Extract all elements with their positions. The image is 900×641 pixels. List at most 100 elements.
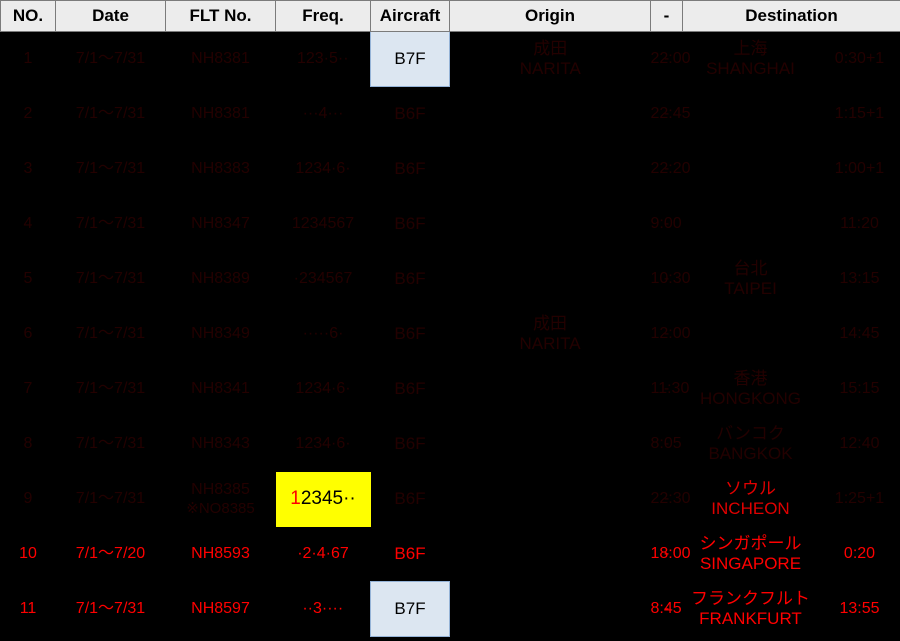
- header-dash[interactable]: -: [650, 0, 683, 32]
- header-origin[interactable]: Origin: [449, 0, 651, 32]
- cell-freq[interactable]: ·····6·: [276, 307, 371, 362]
- cell-freq[interactable]: ·2·4·67: [276, 527, 371, 582]
- cell-aircraft[interactable]: B6F: [371, 252, 450, 307]
- cell-flt-no[interactable]: NH8385 ※NO8385: [166, 472, 276, 527]
- cell-destination[interactable]: フランクフルト FRANKFURT: [683, 582, 819, 637]
- table-row[interactable]: 9 7/1〜7/31 NH8385 ※NO8385 12345·· B6F 22:30- ソウ…: [1, 471, 900, 527]
- cell-flt-no[interactable]: NH8383: [166, 142, 276, 197]
- cell-flt-no[interactable]: NH8381: [166, 87, 276, 142]
- cell-date[interactable]: 7/1〜7/31: [56, 197, 166, 252]
- cell-arrival-time[interactable]: 13:55: [819, 582, 900, 637]
- cell-arrival-time[interactable]: 1:00+1: [819, 142, 900, 197]
- header-destination[interactable]: Destination: [682, 0, 900, 32]
- cell-origin[interactable]: [450, 472, 651, 527]
- cell-aircraft[interactable]: B6F: [371, 527, 450, 582]
- cell-date[interactable]: 7/1〜7/31: [56, 32, 166, 87]
- cell-freq[interactable]: ·234567: [276, 252, 371, 307]
- cell-flt-no[interactable]: NH8349: [166, 307, 276, 362]
- cell-no[interactable]: 2: [1, 87, 56, 142]
- cell-destination[interactable]: [683, 142, 819, 197]
- cell-no[interactable]: 11: [1, 582, 56, 637]
- header-freq[interactable]: Freq.: [275, 0, 371, 32]
- cell-aircraft[interactable]: B6F: [371, 362, 450, 417]
- cell-aircraft-highlighted[interactable]: B7F: [370, 31, 450, 87]
- cell-arrival-time[interactable]: 0:20: [819, 527, 900, 582]
- cell-aircraft[interactable]: B6F: [371, 307, 450, 362]
- cell-freq[interactable]: 1234·6·: [276, 362, 371, 417]
- table-row[interactable]: 4 7/1〜7/31 NH8347 1234567 B6F 9:00-11:20: [1, 197, 900, 252]
- cell-origin[interactable]: [450, 197, 651, 252]
- cell-destination[interactable]: [683, 87, 819, 142]
- cell-aircraft[interactable]: B6F: [371, 472, 450, 527]
- cell-origin[interactable]: [450, 252, 651, 307]
- cell-arrival-time[interactable]: 13:15: [819, 252, 900, 307]
- table-row[interactable]: 2 7/1〜7/31 NH8381 ···4··· B6F 22:45-1:15+1: [1, 87, 900, 142]
- cell-no[interactable]: 3: [1, 142, 56, 197]
- cell-no[interactable]: 8: [1, 417, 56, 472]
- table-row[interactable]: 11 7/1〜7/31 NH8597 ··3···· B7F 8:45- フランクフルト FR…: [1, 581, 900, 637]
- table-row[interactable]: 5 7/1〜7/31 NH8389·234567 B6F 10:30- 台北 TAIPEI 1…: [1, 252, 900, 307]
- cell-no[interactable]: 1: [1, 32, 56, 87]
- cell-origin[interactable]: 成田 NARITA: [450, 307, 651, 362]
- cell-flt-no[interactable]: NH8389: [166, 252, 276, 307]
- cell-date[interactable]: 7/1〜7/31: [56, 87, 166, 142]
- cell-arrival-time[interactable]: 15:15: [819, 362, 900, 417]
- cell-flt-no[interactable]: NH8597: [166, 582, 276, 637]
- cell-arrival-time[interactable]: 1:25+1: [819, 472, 900, 527]
- cell-freq[interactable]: ···4···: [276, 87, 371, 142]
- cell-destination[interactable]: 上海 SHANGHAI: [683, 32, 819, 87]
- cell-aircraft[interactable]: B6F: [371, 142, 450, 197]
- header-flt-no[interactable]: FLT No.: [165, 0, 276, 32]
- cell-arrival-time[interactable]: 1:15+1: [819, 87, 900, 142]
- cell-flt-no[interactable]: NH8347: [166, 197, 276, 252]
- table-row[interactable]: 6 7/1〜7/31 NH8349 ·····6· B6F 成田 NARITA 12:00-1…: [1, 307, 900, 362]
- cell-origin[interactable]: [450, 582, 651, 637]
- cell-aircraft[interactable]: B6F: [371, 417, 450, 472]
- cell-no[interactable]: 4: [1, 197, 56, 252]
- cell-origin[interactable]: [450, 87, 651, 142]
- cell-freq[interactable]: 1234·6·: [276, 417, 371, 472]
- cell-destination[interactable]: 香港 HONGKONG: [683, 362, 819, 417]
- header-no[interactable]: NO.: [0, 0, 56, 32]
- cell-no[interactable]: 5: [1, 252, 56, 307]
- cell-origin[interactable]: [450, 142, 651, 197]
- cell-date[interactable]: 7/1〜7/20: [56, 527, 166, 582]
- cell-arrival-time[interactable]: 0:30+1: [819, 32, 900, 87]
- table-row[interactable]: 7 7/1〜7/31 NH8341 1234·6· B6F 11:30- 香港 HONGKON…: [1, 362, 900, 417]
- cell-aircraft-highlighted[interactable]: B7F: [370, 581, 450, 637]
- cell-origin[interactable]: [450, 527, 651, 582]
- cell-date[interactable]: 7/1〜7/31: [56, 252, 166, 307]
- cell-no[interactable]: 7: [1, 362, 56, 417]
- table-row[interactable]: 3 7/1〜7/31 NH8383 1234·6· B6F 22:20-1:00+1: [1, 142, 900, 197]
- header-date[interactable]: Date: [55, 0, 166, 32]
- cell-destination[interactable]: 台北 TAIPEI: [683, 252, 819, 307]
- cell-freq[interactable]: 1234·6·: [276, 142, 371, 197]
- cell-no[interactable]: 10: [1, 527, 56, 582]
- cell-date[interactable]: 7/1〜7/31: [56, 582, 166, 637]
- cell-aircraft[interactable]: B6F: [371, 87, 450, 142]
- cell-destination[interactable]: ソウル INCHEON: [683, 472, 819, 527]
- cell-freq[interactable]: 123·5··: [276, 32, 371, 87]
- table-row[interactable]: 8 7/1〜7/31 NH8343 1234·6· B6F 8:05- バンコク BANGKO…: [1, 417, 900, 472]
- cell-arrival-time[interactable]: 14:45: [819, 307, 900, 362]
- cell-date[interactable]: 7/1〜7/31: [56, 362, 166, 417]
- cell-date[interactable]: 7/1〜7/31: [56, 417, 166, 472]
- cell-date[interactable]: 7/1〜7/31: [56, 307, 166, 362]
- cell-freq[interactable]: 1234567: [276, 197, 371, 252]
- cell-freq[interactable]: ··3····: [276, 582, 371, 637]
- cell-origin[interactable]: [450, 417, 651, 472]
- cell-date[interactable]: 7/1〜7/31: [56, 142, 166, 197]
- cell-no[interactable]: 6: [1, 307, 56, 362]
- cell-flt-no[interactable]: NH8343: [166, 417, 276, 472]
- cell-destination[interactable]: [683, 197, 819, 252]
- cell-origin[interactable]: [450, 362, 651, 417]
- cell-aircraft[interactable]: B6F: [371, 197, 450, 252]
- cell-flt-no[interactable]: NH8593: [166, 527, 276, 582]
- cell-flt-no[interactable]: NH8381: [166, 32, 276, 87]
- cell-destination[interactable]: シンガポール SINGAPORE: [683, 527, 819, 582]
- cell-destination[interactable]: バンコク BANGKOK: [683, 417, 819, 472]
- cell-flt-no[interactable]: NH8341: [166, 362, 276, 417]
- cell-freq-highlighted[interactable]: 12345··: [275, 471, 371, 527]
- cell-destination[interactable]: [683, 307, 819, 362]
- header-aircraft[interactable]: Aircraft: [370, 0, 450, 32]
